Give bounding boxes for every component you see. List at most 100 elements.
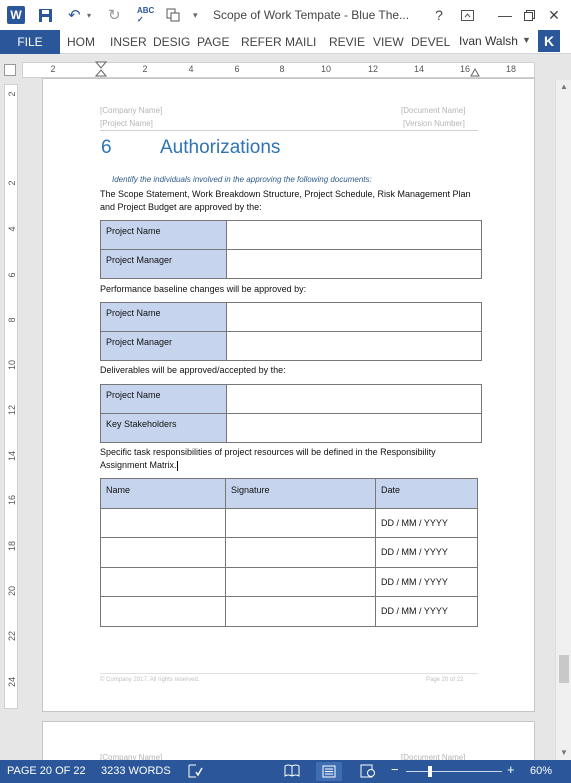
table-cell-value[interactable] xyxy=(226,249,482,279)
table-row: DD / MM / YYYY xyxy=(100,566,478,597)
paragraph-responsibility: Specific task responsibilities of projec… xyxy=(100,446,445,472)
signature-cell[interactable] xyxy=(225,507,376,538)
vertical-ruler[interactable]: 2 2 4 6 8 10 12 14 16 18 20 22 24 xyxy=(4,84,18,709)
page-count[interactable]: PAGE 20 OF 22 xyxy=(7,765,86,777)
zoom-level[interactable]: 60% xyxy=(530,765,552,777)
horizontal-ruler[interactable]: 2 2 4 6 8 10 12 14 16 18 xyxy=(22,61,535,78)
table-cell-label: Project Manager xyxy=(100,331,227,361)
avatar[interactable]: K xyxy=(538,30,560,52)
ruler-label: 18 xyxy=(7,541,17,552)
undo-icon[interactable]: ↶ xyxy=(68,6,81,24)
tab-page-layout[interactable]: PAGE xyxy=(197,35,229,49)
table-cell-value[interactable] xyxy=(226,384,482,414)
signature-cell[interactable] xyxy=(225,566,376,597)
footer-divider xyxy=(100,673,478,674)
tab-design[interactable]: DESIG xyxy=(153,35,190,49)
paragraph-baseline: Performance baseline changes will be app… xyxy=(100,284,307,294)
ruler-label: 18 xyxy=(505,64,516,74)
table-cell-label: Project Name xyxy=(100,302,227,332)
column-header-date: Date xyxy=(375,478,478,509)
status-bar: PAGE 20 OF 22 3233 WORDS − + 60% xyxy=(0,760,571,783)
date-cell[interactable]: DD / MM / YYYY xyxy=(375,537,478,568)
table-cell-label: Key Stakeholders xyxy=(100,413,227,443)
proofing-icon[interactable] xyxy=(187,764,203,781)
table-row: Project Name xyxy=(100,384,482,414)
table-cell-label: Project Manager xyxy=(100,249,227,279)
spelling-check-icon[interactable]: ABC ✓ xyxy=(137,6,154,24)
print-layout-button[interactable] xyxy=(316,762,342,781)
date-cell[interactable]: DD / MM / YYYY xyxy=(375,507,478,538)
web-layout-icon[interactable] xyxy=(360,764,375,781)
redo-icon[interactable]: ↻ xyxy=(108,6,121,24)
column-header-signature: Signature xyxy=(225,478,376,509)
table-cell-value[interactable] xyxy=(226,413,482,443)
header-company-name: [Company Name] xyxy=(100,106,163,115)
ruler-label: 2 xyxy=(7,91,17,97)
ruler-label: 6 xyxy=(7,272,17,278)
approval-table-1: Project Name Project Manager xyxy=(100,220,482,279)
format-painter-icon[interactable] xyxy=(166,6,180,24)
scroll-thumb[interactable] xyxy=(559,655,569,683)
tab-home[interactable]: HOM xyxy=(67,35,95,49)
signature-cell[interactable] xyxy=(225,596,376,627)
right-indent-marker-icon[interactable] xyxy=(470,68,480,78)
ribbon-display-options-icon[interactable] xyxy=(456,5,478,25)
title-bar: W ↶ ▾ ↻ ABC ✓ ▾ Scope of Work Tempate - B… xyxy=(0,0,571,30)
zoom-out-icon[interactable]: − xyxy=(391,762,399,777)
ruler-label: 12 xyxy=(367,64,378,74)
zoom-in-icon[interactable]: + xyxy=(507,762,515,777)
paragraph-approval: The Scope Statement, Work Breakdown Stru… xyxy=(100,189,471,212)
signature-table: Name Signature Date DD / MM / YYYY DD / … xyxy=(100,478,478,627)
ruler-label: 10 xyxy=(7,360,17,371)
tab-references[interactable]: REFER xyxy=(241,35,282,49)
name-cell[interactable] xyxy=(100,507,226,538)
name-cell[interactable] xyxy=(100,566,226,597)
ribbon-tabs: FILE HOM INSER DESIG PAGE REFER MAILI RE… xyxy=(0,30,571,54)
name-cell[interactable] xyxy=(100,537,226,568)
ruler-label: 6 xyxy=(234,64,240,74)
zoom-slider-thumb[interactable] xyxy=(428,766,432,777)
text-cursor xyxy=(176,460,178,471)
document-page[interactable]: [Company Name] [Project Name] [Document … xyxy=(42,78,535,712)
signature-cell[interactable] xyxy=(225,537,376,568)
word-count[interactable]: 3233 WORDS xyxy=(101,765,171,777)
tab-view[interactable]: VIEW xyxy=(373,35,404,49)
date-cell[interactable]: DD / MM / YYYY xyxy=(375,596,478,627)
user-name[interactable]: Ivan Walsh xyxy=(459,34,518,48)
user-menu-icon[interactable]: ▼ xyxy=(522,35,531,45)
table-cell-value[interactable] xyxy=(226,331,482,361)
instruction-text: Identify the individuals involved in the… xyxy=(112,175,372,184)
name-cell[interactable] xyxy=(100,596,226,627)
tab-developer[interactable]: DEVEL xyxy=(411,35,450,49)
scroll-down-icon[interactable]: ▼ xyxy=(560,748,568,757)
table-row: DD / MM / YYYY xyxy=(100,507,478,538)
table-row: Key Stakeholders xyxy=(100,413,482,443)
close-button[interactable]: ✕ xyxy=(543,5,565,25)
table-row: Project Name xyxy=(100,220,482,250)
tab-insert[interactable]: INSER xyxy=(110,35,147,49)
tab-selector[interactable] xyxy=(4,64,16,76)
restore-button[interactable] xyxy=(518,5,540,25)
save-icon[interactable] xyxy=(38,6,53,24)
customize-toolbar-icon[interactable]: ▾ xyxy=(193,6,198,24)
approval-table-2: Project Name Project Manager xyxy=(100,302,482,361)
ruler-label: 12 xyxy=(7,405,17,416)
header-document-name: [Document Name] xyxy=(401,106,466,115)
tab-mailings[interactable]: MAILI xyxy=(285,35,316,49)
vertical-scrollbar[interactable]: ▲ ▼ xyxy=(555,80,571,760)
table-cell-value[interactable] xyxy=(226,302,482,332)
minimize-button[interactable]: — xyxy=(494,5,516,25)
date-cell[interactable]: DD / MM / YYYY xyxy=(375,566,478,597)
ruler-label: 10 xyxy=(320,64,331,74)
table-row: DD / MM / YYYY xyxy=(100,537,478,568)
word-icon[interactable]: W xyxy=(7,6,25,24)
undo-dropdown-icon[interactable]: ▾ xyxy=(87,6,91,24)
help-button[interactable]: ? xyxy=(428,5,450,25)
scroll-up-icon[interactable]: ▲ xyxy=(560,82,568,91)
tab-review[interactable]: REVIE xyxy=(329,35,365,49)
table-cell-value[interactable] xyxy=(226,220,482,250)
zoom-slider[interactable] xyxy=(406,771,502,772)
read-mode-icon[interactable] xyxy=(284,764,300,780)
table-row: Project Name xyxy=(100,302,482,332)
tab-file[interactable]: FILE xyxy=(0,30,60,54)
